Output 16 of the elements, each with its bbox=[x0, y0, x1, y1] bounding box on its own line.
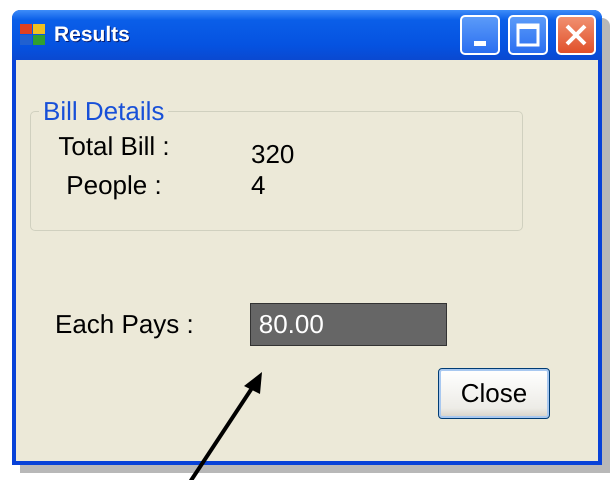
app-icon bbox=[20, 24, 46, 46]
close-window-button[interactable] bbox=[556, 15, 596, 55]
result-field[interactable]: 80.00 bbox=[250, 303, 447, 346]
window-title: Results bbox=[54, 23, 131, 47]
minimize-button[interactable] bbox=[460, 15, 500, 55]
minimize-icon bbox=[474, 40, 486, 46]
field-value: 320 bbox=[251, 138, 296, 170]
result-label: Each Pays : bbox=[55, 309, 194, 340]
group-title: Bill Details bbox=[42, 96, 166, 127]
close-button[interactable]: Close bbox=[438, 368, 550, 419]
close-icon bbox=[564, 23, 588, 47]
field-label: People : bbox=[65, 170, 163, 201]
field-value: 4 bbox=[251, 170, 266, 201]
maximize-button[interactable] bbox=[508, 15, 548, 55]
maximize-icon bbox=[516, 23, 540, 47]
field-label: Total Bill : bbox=[57, 131, 171, 163]
